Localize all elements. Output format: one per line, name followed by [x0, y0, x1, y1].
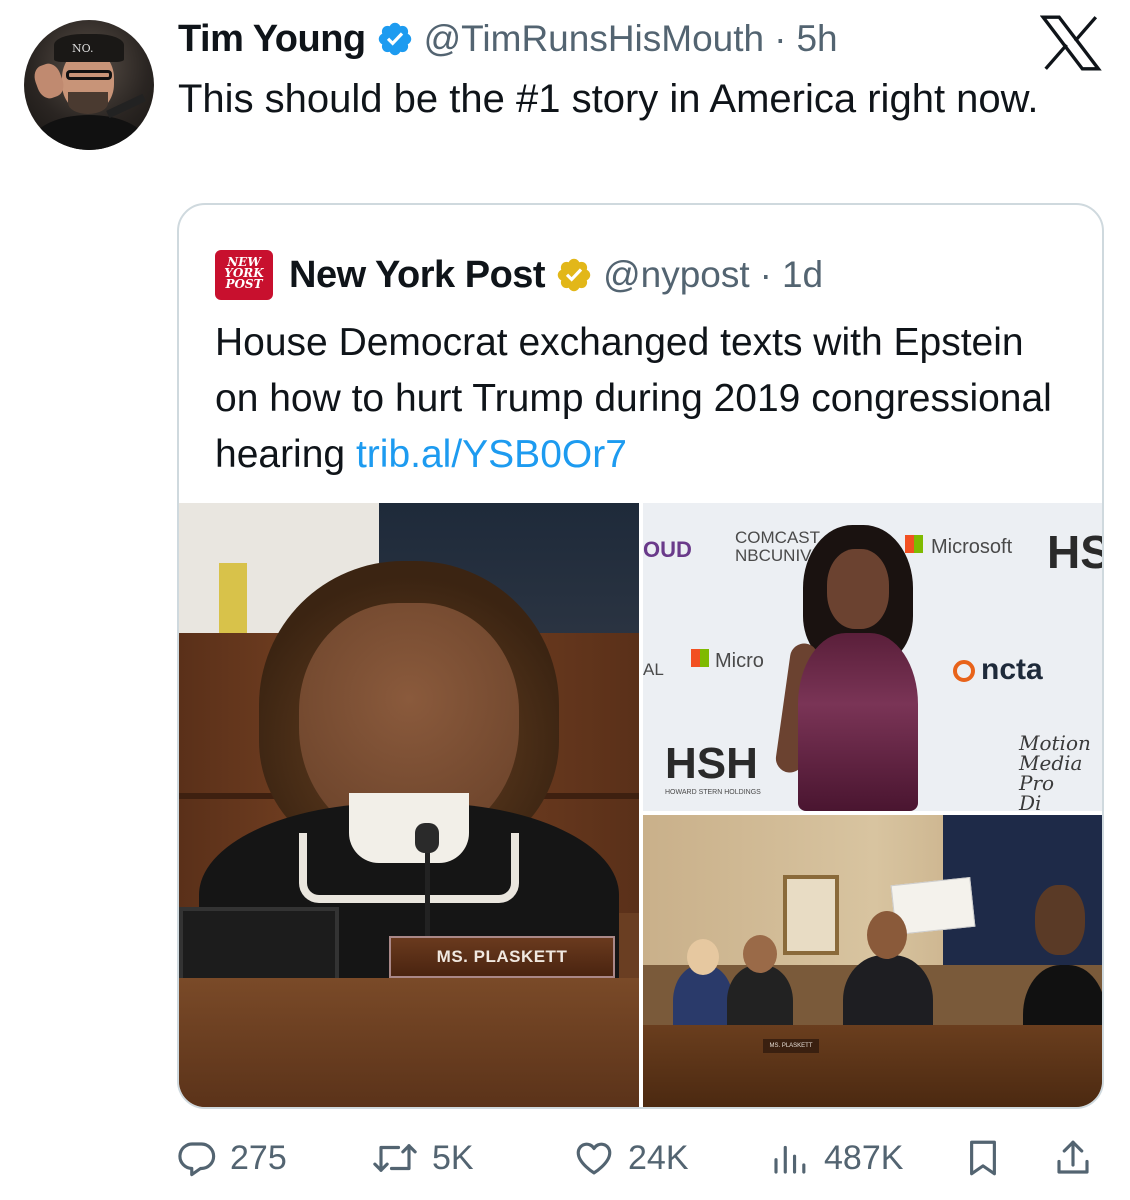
- quoted-time[interactable]: 1d: [782, 254, 823, 296]
- like-button[interactable]: 24K: [572, 1130, 689, 1186]
- reply-icon: [178, 1142, 216, 1177]
- media-image-committee-hearing[interactable]: MS. PLASKETT: [643, 815, 1102, 1107]
- author-handle[interactable]: @TimRunsHisMouth: [424, 18, 764, 60]
- nypost-logo[interactable]: NEW YORK POST: [215, 250, 273, 300]
- author-name[interactable]: Tim Young: [178, 18, 366, 61]
- reply-button[interactable]: 275: [176, 1130, 287, 1186]
- quoted-author-name[interactable]: New York Post: [289, 254, 546, 297]
- tweet-time[interactable]: 5h: [796, 18, 837, 60]
- quoted-tweet-card[interactable]: NEW YORK POST New York Post @nypost · 1d…: [177, 203, 1104, 1109]
- tweet-text: This should be the #1 story in America r…: [178, 77, 1039, 121]
- action-bar: 275 5K 24K 487K: [0, 1130, 1130, 1190]
- bookmark-button[interactable]: [962, 1130, 1004, 1186]
- repost-count: 5K: [432, 1138, 474, 1177]
- bookmark-icon: [970, 1140, 996, 1176]
- repost-button[interactable]: 5K: [370, 1130, 474, 1186]
- heart-icon: [576, 1142, 612, 1175]
- verified-gold-badge-icon: [557, 258, 591, 292]
- tweet-header: Tim Young @TimRunsHisMouth · 5h: [178, 14, 838, 64]
- like-count: 24K: [628, 1138, 689, 1177]
- quoted-text: House Democrat exchanged texts with Epst…: [215, 315, 1075, 483]
- views-button[interactable]: 487K: [768, 1130, 903, 1186]
- share-icon: [1057, 1140, 1089, 1174]
- views-count: 487K: [824, 1138, 904, 1177]
- x-logo-icon[interactable]: [1040, 14, 1102, 72]
- author-avatar[interactable]: NO.: [24, 20, 154, 150]
- quoted-text-body: House Democrat exchanged texts with Epst…: [215, 321, 1052, 476]
- quoted-link[interactable]: trib.al/YSB0Or7: [356, 433, 627, 476]
- media-grid[interactable]: MS. PLASKETT OUD COMCAST NBCUNIVERSAL Mi…: [179, 503, 1102, 1107]
- dot-separator: ·: [774, 18, 787, 59]
- reply-count: 275: [230, 1138, 287, 1177]
- media-image-hearing-portrait[interactable]: MS. PLASKETT: [179, 503, 639, 1107]
- quoted-header: NEW YORK POST New York Post @nypost · 1d: [215, 249, 823, 301]
- repost-icon: [373, 1144, 417, 1172]
- views-icon: [774, 1145, 806, 1174]
- ncta-logo: ncta: [953, 653, 1043, 687]
- verified-badge-icon: [378, 22, 411, 56]
- quoted-dot-separator: ·: [759, 254, 772, 295]
- media-image-event-backdrop[interactable]: OUD COMCAST NBCUNIVERSAL Microsoft HSH A…: [643, 503, 1102, 811]
- quoted-author-handle[interactable]: @nypost: [603, 254, 750, 296]
- nameplate: MS. PLASKETT: [389, 936, 615, 978]
- share-button[interactable]: [1052, 1130, 1094, 1186]
